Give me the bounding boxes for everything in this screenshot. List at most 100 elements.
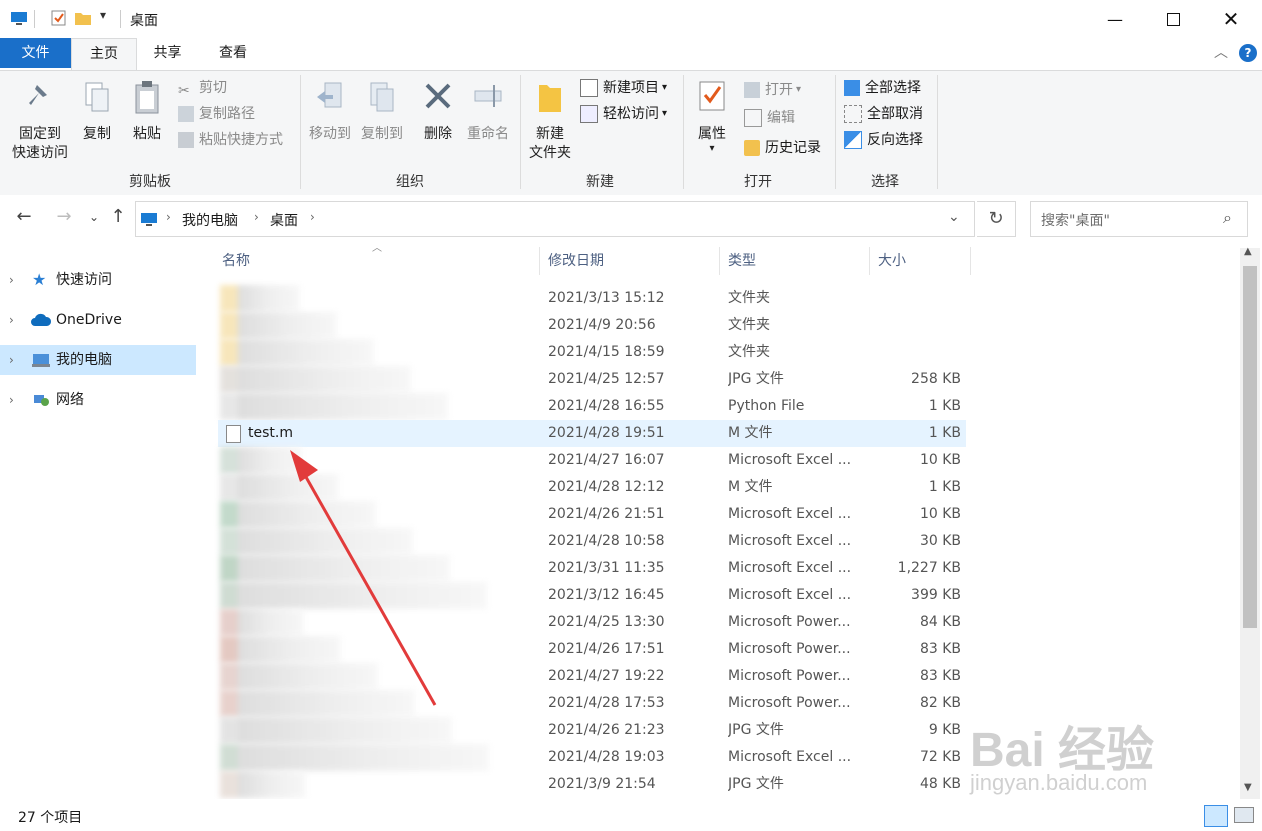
minimize-button[interactable]: —	[1086, 0, 1144, 38]
new-folder-button[interactable]: 新建 文件夹	[524, 79, 576, 163]
file-row[interactable]: 2021/4/27 16:07 Microsoft Excel ... 10 KB	[218, 447, 966, 474]
copy-button[interactable]: 复制	[76, 79, 118, 144]
large-icons-view-icon[interactable]	[1234, 807, 1254, 823]
new-item-icon	[580, 79, 598, 97]
maximize-button[interactable]	[1144, 0, 1202, 38]
file-row[interactable]: 2021/4/9 20:56 文件夹	[218, 312, 966, 339]
tab-view[interactable]: 查看	[200, 38, 266, 68]
pin-quick-access-button[interactable]: 固定到 快速访问	[6, 79, 74, 163]
column-divider[interactable]	[719, 247, 720, 275]
sidebar-item-my-computer[interactable]: › 我的电脑	[0, 345, 196, 375]
scroll-up-icon[interactable]: ▲	[1244, 246, 1252, 257]
select-all-button[interactable]: 全部选择	[844, 77, 921, 99]
file-row[interactable]: 2021/4/15 18:59 文件夹	[218, 339, 966, 366]
file-row[interactable]: test.m 2021/4/28 19:51 M 文件 1 KB	[218, 420, 966, 447]
status-bar: 27 个项目	[0, 799, 1262, 831]
file-row[interactable]: 2021/4/28 19:03 Microsoft Excel ... 72 KB	[218, 744, 966, 771]
copy-to-button[interactable]: 复制到	[356, 79, 408, 144]
new-item-button[interactable]: 新建项目 ▾	[580, 77, 667, 99]
file-row[interactable]: 2021/3/12 16:45 Microsoft Excel ... 399 KB	[218, 582, 966, 609]
column-header-date[interactable]: 修改日期	[548, 247, 604, 275]
history-button[interactable]: 历史记录	[744, 137, 821, 159]
tab-share[interactable]: 共享	[135, 38, 200, 68]
folder-icon[interactable]	[74, 10, 92, 26]
sidebar-item-network[interactable]: › 网络	[0, 385, 196, 415]
tab-home[interactable]: 主页	[71, 38, 137, 70]
column-divider[interactable]	[970, 247, 971, 275]
expand-chevron-icon[interactable]: ›	[9, 385, 21, 415]
address-bar[interactable]: › 我的电脑 › 桌面 › ⌄	[135, 201, 975, 237]
open-button[interactable]: 打开 ▾	[744, 79, 801, 101]
refresh-button[interactable]: ↻	[977, 201, 1016, 237]
file-size	[868, 312, 961, 339]
file-size: 82 KB	[919, 695, 961, 711]
properties-button[interactable]: 属性 ▾	[688, 79, 736, 154]
properties-icon[interactable]	[50, 10, 68, 26]
address-dropdown-icon[interactable]: ⌄	[948, 209, 960, 225]
invert-selection-button[interactable]: 反向选择	[844, 129, 923, 151]
easy-access-button[interactable]: 轻松访问 ▾	[580, 103, 667, 125]
rename-button[interactable]: 重命名	[462, 79, 514, 144]
scroll-down-icon[interactable]: ▼	[1244, 782, 1252, 793]
breadcrumb-my-computer[interactable]: 我的电脑	[182, 210, 238, 230]
file-date: 2021/4/27 16:07	[548, 452, 665, 468]
paste-shortcut-button[interactable]: 粘贴快捷方式	[178, 129, 283, 151]
recent-locations-icon[interactable]: ⌄	[82, 205, 106, 229]
move-to-button[interactable]: 移动到	[304, 79, 356, 144]
dropdown-arrow-icon: ▾	[796, 84, 802, 95]
file-row[interactable]: 2021/3/9 21:54 JPG 文件 48 KB	[218, 771, 966, 798]
expand-chevron-icon[interactable]: ›	[9, 345, 21, 375]
cut-button[interactable]: ✂ 剪切	[178, 77, 227, 99]
paste-button[interactable]: 粘贴	[126, 79, 168, 144]
file-date: 2021/4/28 10:58	[548, 533, 665, 549]
delete-button[interactable]: 删除	[416, 79, 460, 144]
file-row[interactable]: 2021/4/26 17:51 Microsoft Power... 83 KB	[218, 636, 966, 663]
file-row[interactable]: 2021/4/27 19:22 Microsoft Power... 83 KB	[218, 663, 966, 690]
file-row[interactable]: 2021/3/31 11:35 Microsoft Excel ... 1,227 …	[218, 555, 966, 582]
file-date: 2021/4/28 17:53	[548, 695, 665, 711]
search-input[interactable]: 搜索"桌面" ⌕	[1030, 201, 1248, 237]
back-arrow-icon[interactable]: ←	[12, 205, 36, 229]
edit-icon	[744, 109, 762, 127]
file-row[interactable]: 2021/4/28 10:58 Microsoft Excel ... 30 KB	[218, 528, 966, 555]
details-view-icon[interactable]	[1204, 805, 1228, 827]
help-icon[interactable]: ?	[1239, 44, 1257, 62]
collapse-ribbon-icon[interactable]: ︿	[1214, 42, 1228, 62]
file-row[interactable]: 2021/4/26 21:51 Microsoft Excel ... 10 KB	[218, 501, 966, 528]
quick-access-dropdown-icon[interactable]: ▾	[100, 8, 106, 22]
column-divider[interactable]	[869, 247, 870, 275]
vertical-scrollbar[interactable]: ▲ ▼	[1240, 246, 1260, 799]
file-row[interactable]: 2021/4/28 12:12 M 文件 1 KB	[218, 474, 966, 501]
computer-icon[interactable]	[10, 10, 28, 26]
file-row[interactable]: 2021/4/25 12:57 JPG 文件 258 KB	[218, 366, 966, 393]
file-size: 84 KB	[919, 614, 961, 630]
file-size: 10 KB	[919, 452, 961, 468]
watermark-url: jingyan.baidu.com	[970, 770, 1148, 795]
sidebar-item-onedrive[interactable]: › OneDrive	[0, 305, 196, 335]
forward-arrow-icon[interactable]: →	[52, 205, 76, 229]
select-group-label: 选择	[871, 174, 899, 190]
edit-button[interactable]: 编辑	[744, 107, 795, 129]
expand-chevron-icon[interactable]: ›	[9, 305, 21, 335]
file-row[interactable]: 2021/4/25 13:30 Microsoft Power... 84 KB	[218, 609, 966, 636]
up-arrow-icon[interactable]: ↑	[106, 205, 130, 229]
file-row[interactable]: 2021/4/28 17:53 Microsoft Power... 82 KB	[218, 690, 966, 717]
ribbon: 固定到 快速访问 复制 粘贴 ✂ 剪切 复制路径 粘贴快捷方式 剪贴板 移动到 复…	[0, 70, 1262, 196]
scrollbar-thumb[interactable]	[1243, 266, 1257, 628]
file-row[interactable]: 2021/4/28 16:55 Python File 1 KB	[218, 393, 966, 420]
column-header-size[interactable]: 大小	[878, 247, 906, 275]
expand-chevron-icon[interactable]: ›	[9, 265, 21, 295]
column-divider[interactable]	[539, 247, 540, 275]
search-icon[interactable]: ⌕	[1223, 208, 1232, 228]
column-header-name[interactable]: 名称	[222, 247, 250, 275]
column-header-type[interactable]: 类型	[728, 247, 756, 275]
select-none-button[interactable]: 全部取消	[844, 103, 923, 125]
tab-file[interactable]: 文件	[0, 38, 71, 68]
breadcrumb-desktop[interactable]: 桌面	[270, 210, 298, 230]
file-row[interactable]: 2021/3/13 15:12 文件夹	[218, 285, 966, 312]
close-button[interactable]: ✕	[1202, 0, 1260, 38]
sidebar-item-label: 我的电脑	[56, 352, 112, 368]
file-row[interactable]: 2021/4/26 21:23 JPG 文件 9 KB	[218, 717, 966, 744]
copy-path-button[interactable]: 复制路径	[178, 103, 255, 125]
sidebar-item-quick-access[interactable]: › ★ 快速访问	[0, 265, 196, 295]
